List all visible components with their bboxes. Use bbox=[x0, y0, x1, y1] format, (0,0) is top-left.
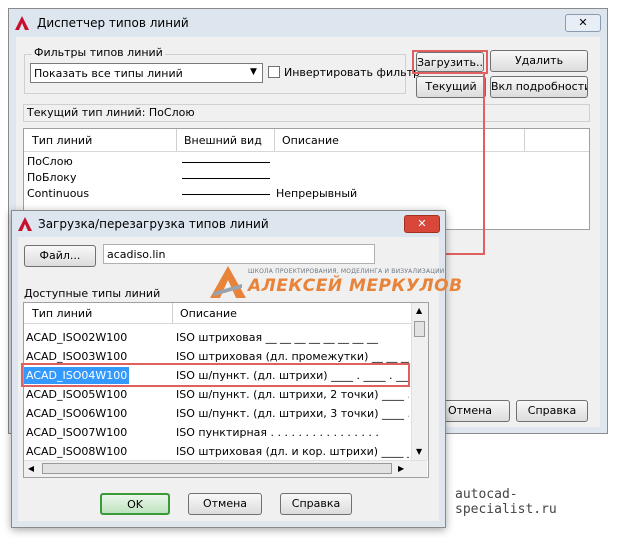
row-description: ISO штриховая (дл. промежутки) __ __ __ bbox=[176, 350, 409, 363]
load-close-button[interactable]: ✕ bbox=[404, 215, 440, 233]
row-description: ISO штриховая (дл. и кор. штрихи) ____ _… bbox=[176, 445, 409, 458]
row-name: ACAD_ISO06W100 bbox=[26, 407, 128, 420]
main-title: Диспетчер типов линий bbox=[37, 16, 189, 30]
close-icon: ✕ bbox=[417, 217, 427, 230]
delete-button[interactable]: Удалить bbox=[490, 50, 588, 72]
row-name: ACAD_ISO02W100 bbox=[26, 331, 128, 344]
watermark-name: АЛЕКСЕЙ МЕРКУЛОВ bbox=[248, 276, 463, 296]
main-title-bar: Диспетчер типов линий ✕ bbox=[9, 9, 607, 37]
filters-group-label: Фильтры типов линий bbox=[32, 46, 165, 59]
available-linetype-list[interactable]: Тип линий Описание ACAD_ISO02W100 ISO шт… bbox=[23, 302, 429, 478]
school-logo-icon bbox=[210, 266, 246, 298]
available-linetypes-label: Доступные типы линий bbox=[24, 287, 161, 300]
load-title-bar: Загрузка/перезагрузка типов линий ✕ bbox=[12, 211, 445, 237]
close-icon: ✕ bbox=[578, 16, 588, 29]
file-button[interactable]: Файл... bbox=[24, 245, 96, 267]
table-row[interactable]: ACAD_ISO06W100 ISO ш/пункт. (дл. штрихи,… bbox=[24, 405, 411, 423]
row-name: ПоСлою bbox=[27, 155, 73, 168]
main-close-button[interactable]: ✕ bbox=[565, 14, 601, 32]
row-name: ACAD_ISO05W100 bbox=[26, 388, 128, 401]
table-row[interactable]: ACAD_ISO02W100 ISO штриховая __ __ __ __… bbox=[24, 329, 411, 347]
scroll-down-icon[interactable]: ▼ bbox=[416, 447, 422, 456]
file-name-value: acadiso.lin bbox=[107, 248, 166, 261]
load-title: Загрузка/перезагрузка типов линий bbox=[38, 217, 269, 231]
details-button[interactable]: Вкл подробности bbox=[490, 76, 588, 98]
scroll-thumb-horizontal[interactable] bbox=[42, 463, 392, 474]
column-header-name[interactable]: Тип линий bbox=[32, 134, 92, 147]
horizontal-scrollbar[interactable]: ◀ ▶ bbox=[24, 460, 427, 477]
row-description: ISO пунктирная . . . . . . . . . . . . .… bbox=[176, 426, 379, 439]
table-row[interactable]: ACAD_ISO07W100 ISO пунктирная . . . . . … bbox=[24, 424, 411, 442]
column-header-description[interactable]: Описание bbox=[180, 307, 237, 320]
row-description: ISO ш/пункт. (дл. штрихи, 2 точки) ____ … bbox=[176, 388, 409, 401]
list-header: Тип линий Описание bbox=[24, 303, 411, 324]
row-description: ISO штриховая __ __ __ __ __ __ __ __ bbox=[176, 331, 379, 344]
scroll-up-icon[interactable]: ▲ bbox=[416, 306, 422, 315]
file-name-field[interactable]: acadiso.lin bbox=[103, 244, 375, 264]
vertical-scrollbar[interactable]: ▲ ▼ bbox=[411, 303, 428, 460]
selected-row-highlight bbox=[21, 363, 410, 387]
autocad-logo-icon bbox=[15, 16, 29, 30]
table-row[interactable]: ACAD_ISO05W100 ISO ш/пункт. (дл. штрихи,… bbox=[24, 386, 411, 404]
row-name: ACAD_ISO07W100 bbox=[26, 426, 128, 439]
load-cancel-button[interactable]: Отмена bbox=[188, 493, 262, 515]
watermark-site: autocad-specialist.ru bbox=[455, 487, 557, 517]
scroll-left-icon[interactable]: ◀ bbox=[28, 464, 34, 473]
ok-button[interactable]: OK bbox=[100, 493, 170, 515]
row-name: Continuous bbox=[27, 187, 90, 200]
load-help-button[interactable]: Справка bbox=[280, 493, 352, 515]
row-name: ПоБлоку bbox=[27, 171, 77, 184]
watermark-tagline: ШКОЛА ПРОЕКТИРОВАНИЯ, МОДЕЛИНГА И ВИЗУАЛ… bbox=[248, 268, 445, 275]
row-name: ACAD_ISO08W100 bbox=[26, 445, 128, 458]
row-description: ISO ш/пункт. (дл. штрихи, 3 точки) ____ … bbox=[176, 407, 409, 420]
main-help-button[interactable]: Справка bbox=[516, 400, 588, 422]
column-header-name[interactable]: Тип линий bbox=[32, 307, 92, 320]
table-row[interactable]: ACAD_ISO08W100 ISO штриховая (дл. и кор.… bbox=[24, 443, 411, 461]
autocad-logo-icon bbox=[18, 217, 32, 231]
scroll-right-icon[interactable]: ▶ bbox=[398, 464, 404, 473]
row-name: ACAD_ISO03W100 bbox=[26, 350, 128, 363]
scroll-thumb[interactable] bbox=[414, 321, 425, 337]
